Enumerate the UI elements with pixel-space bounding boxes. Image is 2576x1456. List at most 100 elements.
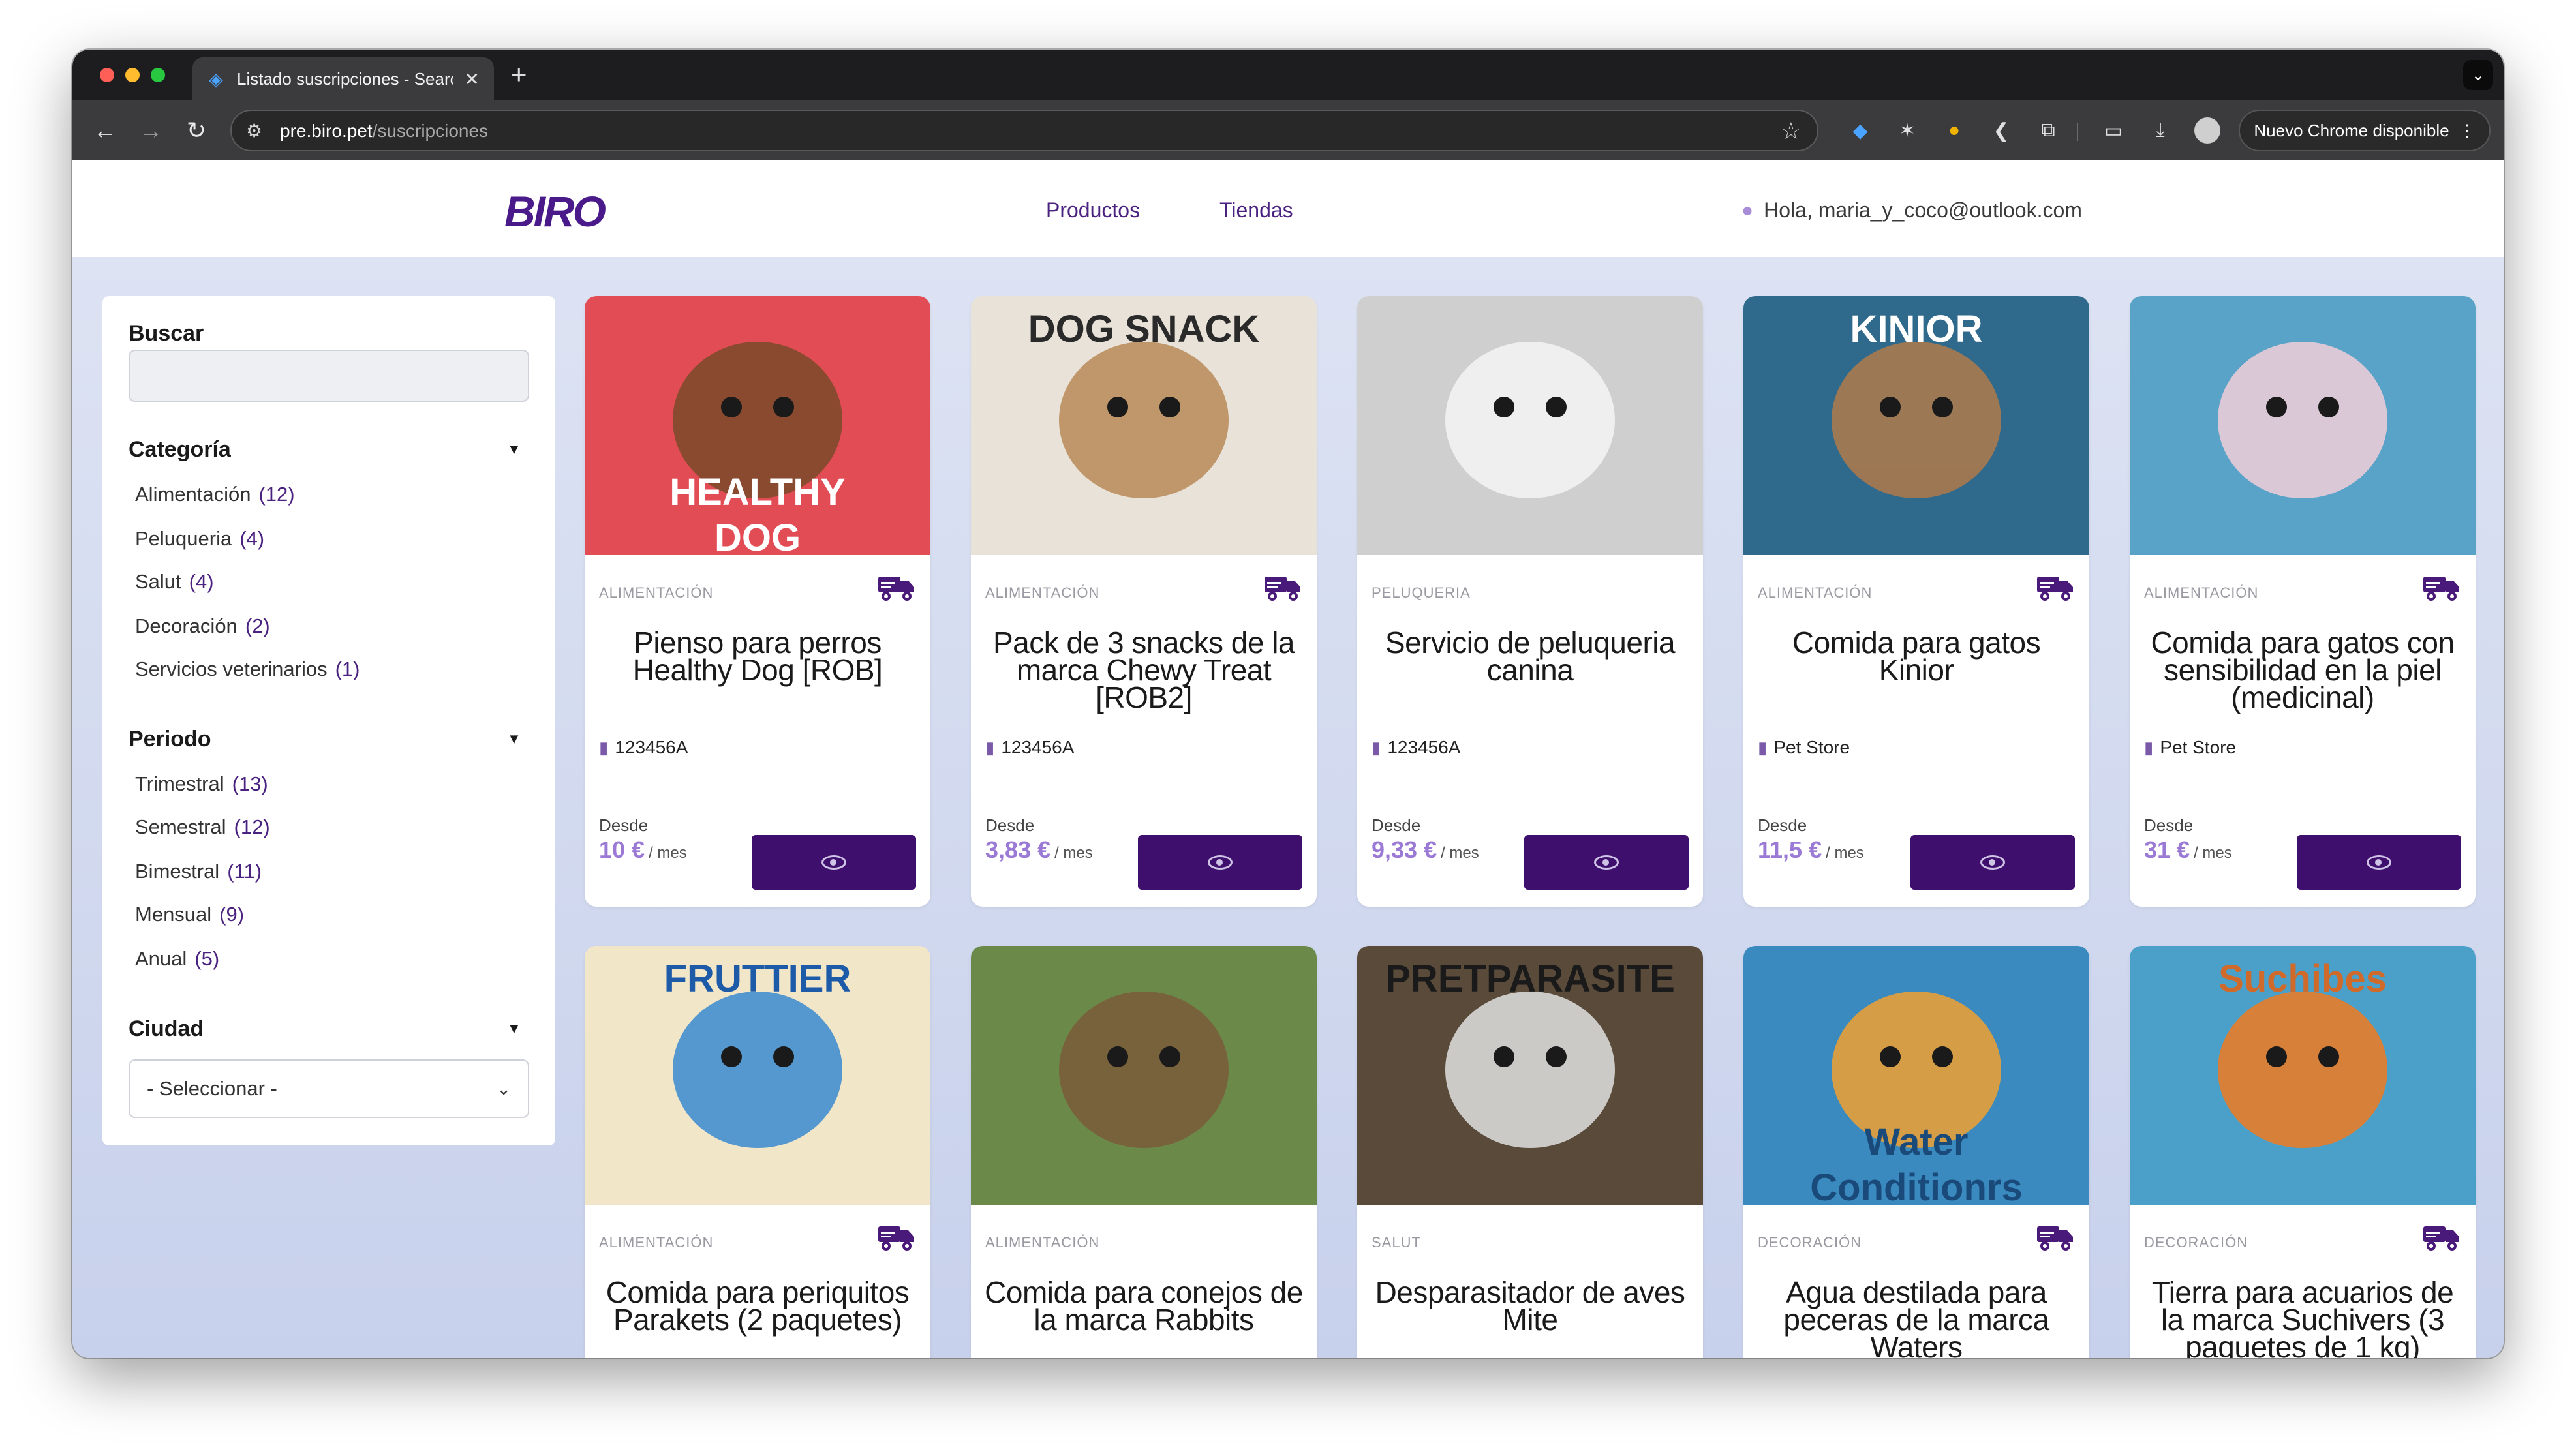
product-image[interactable]: [1357, 296, 1703, 555]
forward-icon[interactable]: →: [132, 112, 169, 149]
card-title[interactable]: Agua destilada para peceras de la marca …: [1756, 1277, 2076, 1358]
filter-option[interactable]: Anual (5): [135, 947, 219, 971]
subscription-card[interactable]: Suchibes DECORACIÓN Tierra para acuarios d…: [2130, 946, 2476, 1358]
product-image[interactable]: DOG SNACK: [971, 296, 1317, 555]
bookmark-star-icon[interactable]: ☆: [1781, 117, 1802, 145]
product-image[interactable]: Water Conditionrs: [1743, 946, 2089, 1205]
subscription-card[interactable]: ALIMENTACIÓN Comida para gatos con sensib…: [2130, 296, 2476, 907]
ciudad-title[interactable]: Ciudad: [129, 1016, 204, 1042]
extension-icon[interactable]: ✶: [1894, 117, 1920, 144]
filter-option[interactable]: Semestral (12): [135, 815, 270, 839]
menu-dots-icon: ⋮: [2458, 120, 2476, 140]
download-icon[interactable]: ⤓: [2147, 117, 2173, 144]
card-title[interactable]: Comida para conejos de la marca Rabbits: [984, 1277, 1304, 1335]
subscription-card[interactable]: ALIMENTACIÓN Comida para conejos de la ma…: [971, 946, 1317, 1358]
chrome-update-button[interactable]: Nuevo Chrome disponible ⋮: [2239, 110, 2491, 151]
view-button[interactable]: [2297, 835, 2461, 890]
ciudad-caret-icon[interactable]: ▼: [507, 1020, 521, 1037]
filter-option[interactable]: Salut (4): [135, 570, 214, 594]
subscription-card[interactable]: PRETPARASITE SALUT Desparasitador de aves …: [1357, 946, 1703, 1358]
browser-tab-active[interactable]: ◈ Listado suscripciones - Searc ✕: [192, 57, 494, 100]
subscription-card[interactable]: Water Conditionrs DECORACIÓN Agua destilada…: [1743, 946, 2089, 1358]
view-button[interactable]: [1138, 835, 1302, 890]
product-label-text: DOG: [714, 517, 801, 555]
ciudad-select[interactable]: - Seleccionar - ⌄: [129, 1059, 529, 1118]
card-store: ▮ 123456A: [1372, 737, 1460, 758]
maximize-window-button[interactable]: [151, 68, 165, 82]
extensions-puzzle-icon[interactable]: ⧉: [2035, 117, 2061, 144]
tab-title: Listado suscripciones - Searc: [237, 68, 453, 89]
extension-icon[interactable]: ●: [1941, 117, 1967, 144]
product-image-art: PRETPARASITE: [1357, 946, 1703, 1205]
extension-icon[interactable]: ◆: [1847, 117, 1873, 144]
tab-close-icon[interactable]: ✕: [465, 68, 480, 90]
card-title[interactable]: Tierra para acuarios de la marca Suchive…: [2143, 1277, 2462, 1358]
card-title[interactable]: Servicio de peluqueria canina: [1370, 628, 1690, 685]
biro-logo[interactable]: BIRO: [504, 187, 606, 236]
site-header: BIRO Productos Tiendas ● Hola, maria_y_c…: [72, 160, 2504, 257]
nav-productos[interactable]: Productos: [1046, 198, 1140, 222]
product-label-text: KINIOR: [1850, 308, 1983, 350]
view-button[interactable]: [1910, 835, 2075, 890]
search-input[interactable]: [129, 350, 529, 402]
subscription-card[interactable]: FRUTTIER ALIMENTACIÓN Comida para periquit…: [585, 946, 930, 1358]
card-store: ▮ 123456A: [985, 737, 1074, 758]
profile-icon[interactable]: [2194, 117, 2220, 144]
filter-option[interactable]: Decoración (2): [135, 614, 270, 638]
product-image[interactable]: PRETPARASITE: [1357, 946, 1703, 1205]
card-title[interactable]: Pienso para perros Healthy Dog [ROB]: [598, 628, 917, 685]
reload-icon[interactable]: ↻: [178, 112, 215, 149]
card-price: 3,83 € / mes: [985, 836, 1093, 864]
close-window-button[interactable]: [100, 68, 114, 82]
filter-option[interactable]: Alimentación (12): [135, 483, 295, 506]
nav-tiendas[interactable]: Tiendas: [1219, 198, 1293, 222]
extension-icon[interactable]: ❮: [1988, 117, 2014, 144]
card-title[interactable]: Desparasitador de aves Mite: [1370, 1277, 1690, 1335]
tab-search-button[interactable]: ⌄: [2463, 60, 2493, 90]
product-image[interactable]: [971, 946, 1317, 1205]
price-from-label: Desde: [2144, 815, 2194, 835]
filter-option[interactable]: Servicios veterinarios (1): [135, 658, 360, 681]
subscription-card[interactable]: KINIOR ALIMENTACIÓN Comida para gatos Kini…: [1743, 296, 2089, 907]
view-button[interactable]: [752, 835, 916, 890]
delivery-truck-icon: [2422, 1222, 2461, 1252]
product-label-text: HEALTHY: [669, 471, 846, 513]
user-icon: ●: [1741, 199, 1754, 221]
toolbar-separator: [2077, 123, 2078, 141]
view-button[interactable]: [1524, 835, 1689, 890]
card-title[interactable]: Comida para periquitos Parakets (2 paque…: [598, 1277, 917, 1335]
product-image[interactable]: [2130, 296, 2476, 555]
window-controls: [100, 68, 165, 82]
card-title[interactable]: Comida para gatos con sensibilidad en la…: [2143, 628, 2462, 712]
site-settings-icon[interactable]: ⚙: [246, 120, 262, 142]
product-label-text: Water: [1865, 1121, 1969, 1163]
product-image[interactable]: KINIOR: [1743, 296, 2089, 555]
new-tab-button[interactable]: +: [511, 59, 527, 90]
card-price: 9,33 € / mes: [1372, 836, 1479, 864]
categoria-title[interactable]: Categoría: [129, 437, 231, 463]
card-title[interactable]: Pack de 3 snacks de la marca Chewy Treat…: [984, 628, 1304, 712]
back-icon[interactable]: ←: [87, 112, 123, 149]
subscription-card[interactable]: HEALTHY DOG ALIMENTACIÓN Pienso para perros…: [585, 296, 930, 907]
store-name: 123456A: [1001, 737, 1075, 757]
address-bar[interactable]: ⚙ pre.biro.pet/suscripciones ☆: [230, 110, 1818, 151]
url-text[interactable]: pre.biro.pet/suscripciones: [280, 121, 488, 142]
card-title[interactable]: Comida para gatos Kinior: [1756, 628, 2076, 685]
filter-option[interactable]: Mensual (9): [135, 903, 244, 926]
filter-option[interactable]: Bimestral (11): [135, 860, 262, 883]
user-greeting[interactable]: ● Hola, maria_y_coco@outlook.com: [1741, 198, 2082, 222]
periodo-caret-icon[interactable]: ▼: [507, 731, 521, 748]
product-image[interactable]: FRUTTIER: [585, 946, 930, 1205]
cast-icon[interactable]: ▭: [2100, 117, 2126, 144]
price-unit: / mes: [2194, 844, 2232, 862]
categoria-caret-icon[interactable]: ▼: [507, 441, 521, 458]
periodo-title[interactable]: Periodo: [129, 727, 211, 752]
filter-option[interactable]: Trimestral (13): [135, 772, 268, 796]
product-image[interactable]: Suchibes: [2130, 946, 2476, 1205]
card-price: 11,5 € / mes: [1758, 836, 1864, 864]
minimize-window-button[interactable]: [125, 68, 140, 82]
subscription-card[interactable]: DOG SNACK ALIMENTACIÓN Pack de 3 snacks de…: [971, 296, 1317, 907]
product-image[interactable]: HEALTHY DOG: [585, 296, 930, 555]
filter-option[interactable]: Peluqueria (4): [135, 527, 264, 551]
subscription-card[interactable]: PELUQUERIA Servicio de peluqueria canina ▮…: [1357, 296, 1703, 907]
